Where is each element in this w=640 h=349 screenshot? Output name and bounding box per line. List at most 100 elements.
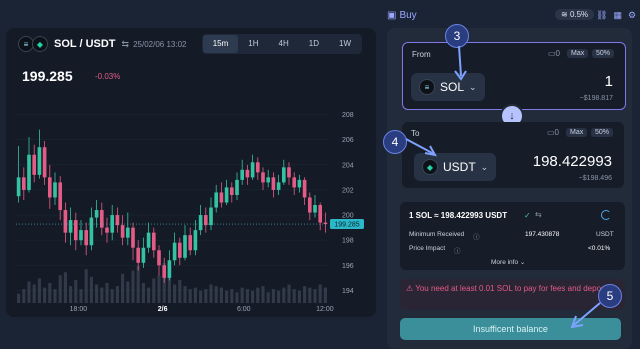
candle-body xyxy=(307,197,312,213)
volume-bar xyxy=(261,286,265,303)
candle-body xyxy=(32,154,37,175)
volume-bar xyxy=(225,290,229,303)
volume-bar xyxy=(95,284,99,303)
chevron-down-icon: ⌄ xyxy=(480,161,489,172)
candle-body xyxy=(136,247,141,263)
buy-link[interactable]: ▣ Buy xyxy=(387,10,417,21)
slippage-badge[interactable]: ≋ 0.5% xyxy=(555,9,595,20)
volume-bar xyxy=(219,287,223,303)
chevron-down-icon: ⌄ xyxy=(519,259,526,266)
half-button[interactable]: 50% xyxy=(591,128,614,137)
max-button[interactable]: Max xyxy=(566,128,588,137)
from-token-select[interactable]: ≡ SOL ⌄ xyxy=(411,73,485,101)
callout-arrow-icon xyxy=(405,138,437,157)
help-icon: ⓘ xyxy=(454,248,461,255)
candle-body xyxy=(141,247,146,263)
slippage-icon: ≋ xyxy=(561,10,568,19)
volume-bar xyxy=(69,286,73,303)
candle-body xyxy=(292,177,297,188)
candle-body xyxy=(167,260,172,278)
volume-bar xyxy=(37,278,41,303)
candle-body xyxy=(255,162,260,173)
volume-bar xyxy=(63,272,67,303)
tab-timeframe-1w[interactable]: 1W xyxy=(329,35,361,53)
wallet-icon: ▣ xyxy=(387,10,397,21)
swap-rate-icon[interactable]: ⇆ xyxy=(535,210,542,219)
half-button[interactable]: 50% xyxy=(592,49,615,58)
y-axis-tick-label: 194 xyxy=(342,288,354,295)
slippage-value: 0.5% xyxy=(569,10,589,19)
volume-bar xyxy=(292,289,296,303)
settings-icon[interactable]: ⚙ xyxy=(628,10,636,21)
volume-bar xyxy=(318,284,322,303)
candle-body xyxy=(73,220,78,241)
volume-bar xyxy=(199,290,203,303)
from-usd-value: ~$198.817 xyxy=(579,95,613,102)
refresh-icon[interactable] xyxy=(601,210,611,220)
candle-body xyxy=(42,147,47,178)
candle-body xyxy=(203,215,208,226)
candlestick-chart[interactable]: 208 206 204 202 200 198 196 194 18:00 2/6 6:00 12:… xyxy=(16,98,366,313)
candle-body xyxy=(120,225,125,238)
tab-timeframe-4h[interactable]: 4H xyxy=(269,35,299,53)
volume-bar xyxy=(105,283,109,303)
chart-datetime: 25/02/06 13:02 xyxy=(133,39,187,49)
price-change: -0.03% xyxy=(95,72,121,81)
volume-bar xyxy=(214,286,218,303)
candle-body xyxy=(99,210,104,228)
warning-message: ⚠ You need at least 0.01 SOL to pay for … xyxy=(406,283,616,295)
volume-bar xyxy=(183,286,187,303)
y-axis-tick-label: 204 xyxy=(342,162,354,169)
max-button[interactable]: Max xyxy=(567,49,589,58)
candle-body xyxy=(115,215,120,226)
from-amount-input[interactable]: 1 xyxy=(605,73,613,90)
candle-body xyxy=(271,177,276,190)
volume-bar xyxy=(17,293,21,303)
chart-toggle-icon[interactable]: ▦ xyxy=(613,10,622,21)
volume-bar xyxy=(282,287,286,303)
volume-bar xyxy=(131,270,135,303)
pair-title: SOL / USDT xyxy=(54,38,116,50)
candle-body xyxy=(68,220,73,233)
min-received-unit: USDT xyxy=(596,231,614,238)
usdt-coin-icon: ◆ xyxy=(32,36,48,52)
callout-arrow-icon xyxy=(454,45,467,81)
more-info-label: More info xyxy=(491,259,519,266)
min-received-label: Minimum Received xyxy=(409,231,465,238)
candle-body xyxy=(53,182,57,198)
candle-body xyxy=(302,179,307,198)
link-icon[interactable]: ⛓ xyxy=(596,10,607,21)
from-label: From xyxy=(412,50,431,59)
candle-body xyxy=(229,187,234,195)
candle-body xyxy=(47,177,52,198)
from-box: From ▭0 Max 50% ≡ SOL ⌄ 1 ~$198.817 xyxy=(402,42,626,110)
candle-body xyxy=(188,235,193,251)
y-axis-tick-label: 198 xyxy=(342,238,354,245)
candle-body xyxy=(79,230,83,241)
y-axis-tick-label: 200 xyxy=(342,213,354,220)
swap-pair-icon[interactable]: ⇆ xyxy=(122,39,130,50)
tab-timeframe-1d[interactable]: 1D xyxy=(299,35,329,53)
more-info-toggle[interactable]: More info ⌄ xyxy=(491,258,525,266)
volume-bar xyxy=(287,284,291,303)
tab-timeframe-15m[interactable]: 15m xyxy=(202,35,239,53)
candle-body xyxy=(245,169,250,178)
volume-bar xyxy=(271,289,275,303)
tab-timeframe-1h[interactable]: 1H xyxy=(238,35,268,53)
volume-bar xyxy=(173,284,177,303)
volume-bar xyxy=(303,286,307,303)
to-token-symbol: USDT xyxy=(443,160,476,174)
volume-bar xyxy=(251,290,255,303)
candle-body xyxy=(162,265,167,278)
volume-bar xyxy=(256,287,260,303)
pair-header: ≡ ◆ SOL / USDT ⇆ 25/02/06 13:02 xyxy=(18,36,186,52)
top-toolbar: ⛓ ▦ ⚙ xyxy=(596,10,636,21)
from-token-symbol: SOL xyxy=(440,80,465,94)
candle-body xyxy=(58,182,63,211)
chevron-down-icon: ⌄ xyxy=(469,81,477,92)
sol-icon: ≡ xyxy=(419,79,435,95)
candle-body xyxy=(193,230,198,251)
volume-bar xyxy=(89,276,93,303)
arrow-down-icon: ↓ xyxy=(509,110,515,122)
y-axis-tick-label: 202 xyxy=(342,187,354,194)
